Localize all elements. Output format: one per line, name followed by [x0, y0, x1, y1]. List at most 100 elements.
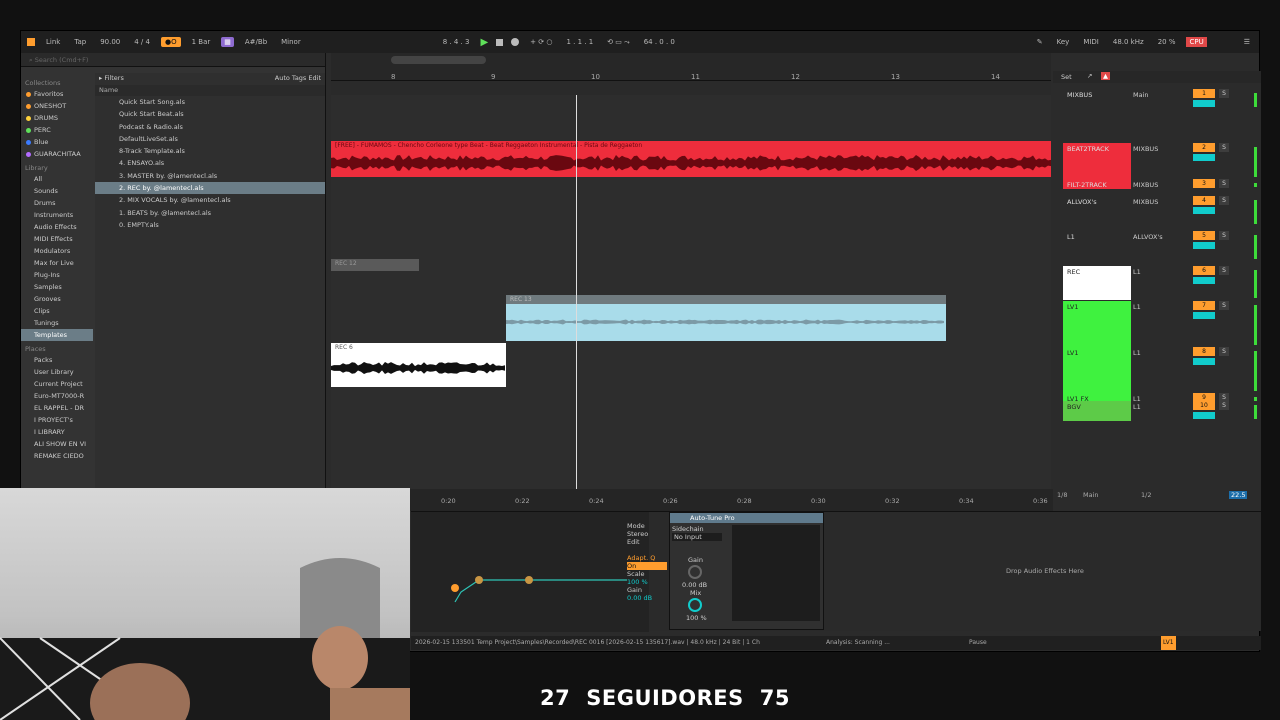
eq-adapt-toggle[interactable]: On: [627, 562, 667, 570]
loop-icon[interactable]: ⟲ ▭ ⤳: [604, 37, 633, 48]
places-item[interactable]: I LIBRARY: [21, 426, 93, 438]
library-item[interactable]: Instruments: [21, 209, 93, 221]
main-route[interactable]: 1/2: [1141, 491, 1151, 499]
stop-icon[interactable]: [496, 38, 504, 46]
track-activator[interactable]: 8: [1193, 347, 1215, 356]
track-activator[interactable]: 1: [1193, 89, 1215, 98]
track-activator[interactable]: 7: [1193, 301, 1215, 310]
record-icon[interactable]: [511, 38, 520, 46]
file-item[interactable]: 3. MASTER by. @lamentecl.als: [95, 170, 325, 182]
file-item[interactable]: 1. BEATS by. @lamentecl.als: [95, 207, 325, 219]
key-map-button[interactable]: Key: [1054, 37, 1073, 47]
library-item[interactable]: Max for Live: [21, 257, 93, 269]
loop-length[interactable]: 64 . 0 . 0: [641, 37, 678, 47]
mixer-track[interactable]: BEAT2TRACK MIXBUS 2 S: [1053, 143, 1261, 179]
mixer-track[interactable]: MIXBUS Main 1 S: [1053, 89, 1261, 109]
track-activator[interactable]: 4: [1193, 196, 1215, 205]
tap-button[interactable]: Tap: [71, 37, 89, 47]
library-item[interactable]: Tunings: [21, 317, 93, 329]
menu-icon[interactable]: ☰: [1241, 37, 1253, 47]
mixer-track[interactable]: FILT-2TRACK MIXBUS 3 S: [1053, 179, 1261, 189]
volume-field[interactable]: [1193, 358, 1215, 365]
clip-beat[interactable]: [FREE] - FUMAMOS - Chencho Corleone type…: [331, 141, 1051, 177]
track-routing[interactable]: MIXBUS: [1133, 181, 1175, 189]
pause-button[interactable]: Pause: [969, 636, 987, 650]
link-button[interactable]: Link: [43, 37, 63, 47]
library-item[interactable]: Sounds: [21, 185, 93, 197]
solo-button[interactable]: S: [1219, 196, 1229, 205]
track-routing[interactable]: L1: [1133, 268, 1175, 276]
track-activator[interactable]: 2: [1193, 143, 1215, 152]
file-item[interactable]: Podcast & Radio.als: [95, 121, 325, 133]
track-name[interactable]: L1: [1063, 231, 1131, 261]
volume-field[interactable]: [1193, 100, 1215, 107]
browser-search[interactable]: ⌕ Search (Cmd+F): [21, 53, 325, 67]
file-item[interactable]: DefaultLiveSet.als: [95, 133, 325, 145]
file-item[interactable]: Quick Start Beat.als: [95, 108, 325, 120]
pencil-icon[interactable]: ✎: [1034, 37, 1046, 47]
beat-ruler[interactable]: 8 9 10 11 12 13 14: [331, 53, 1051, 81]
collection-item[interactable]: PERC: [21, 124, 93, 136]
volume-field[interactable]: [1193, 154, 1215, 161]
volume-field[interactable]: [1193, 207, 1215, 214]
name-column-header[interactable]: Name: [95, 85, 325, 96]
time-signature[interactable]: 4 / 4: [131, 37, 153, 47]
solo-button[interactable]: S: [1219, 401, 1229, 410]
autotune-title[interactable]: Auto-Tune Pro: [670, 513, 823, 523]
clip-rec-13[interactable]: REC 13: [506, 295, 946, 341]
track-activator[interactable]: 3: [1193, 179, 1215, 188]
collection-item[interactable]: GUARACHITAA: [21, 148, 93, 160]
track-name[interactable]: MIXBUS: [1063, 89, 1131, 109]
clip-rec-6[interactable]: REC 6: [331, 343, 506, 387]
places-item[interactable]: REMAKE CIEDO: [21, 450, 93, 462]
song-position[interactable]: 8 . 4 . 3: [440, 37, 473, 47]
gain-knob[interactable]: [688, 565, 702, 579]
solo-button[interactable]: S: [1219, 347, 1229, 356]
file-item[interactable]: 2. REC by. @lamentecl.als: [95, 182, 325, 195]
places-item[interactable]: Current Project: [21, 378, 93, 390]
edit-button[interactable]: Edit: [308, 74, 321, 82]
track-activator[interactable]: 5: [1193, 231, 1215, 240]
track-routing[interactable]: L1: [1133, 303, 1175, 311]
volume-field[interactable]: [1193, 412, 1215, 419]
eq-edit-label[interactable]: Edit: [627, 538, 667, 546]
library-item[interactable]: Templates: [21, 329, 93, 341]
file-item[interactable]: 8-Track Template.als: [95, 145, 325, 157]
track-activator[interactable]: 6: [1193, 266, 1215, 275]
volume-field[interactable]: [1193, 312, 1215, 319]
places-item[interactable]: Packs: [21, 354, 93, 366]
mixer-track[interactable]: L1 ALLVOX's 5 S: [1053, 231, 1261, 261]
drop-effects-area[interactable]: Drop Audio Effects Here: [1006, 567, 1084, 575]
sidechain-input[interactable]: No Input: [672, 533, 722, 541]
volume-field[interactable]: [1193, 277, 1215, 284]
file-item[interactable]: 4. ENSAYO.als: [95, 157, 325, 169]
places-item[interactable]: ALI SHOW EN VI: [21, 438, 93, 450]
playhead[interactable]: [576, 95, 577, 493]
mixer-track[interactable]: BGV L1 10 S: [1053, 401, 1261, 421]
mixer-track[interactable]: LV1 FX L1 9 S: [1053, 393, 1261, 403]
filters-button[interactable]: ▸ Filters: [99, 74, 124, 84]
solo-button[interactable]: S: [1219, 89, 1229, 98]
track-activator[interactable]: 10: [1193, 401, 1215, 410]
library-item[interactable]: Clips: [21, 305, 93, 317]
eq-curve[interactable]: [411, 522, 627, 612]
track-routing[interactable]: L1: [1133, 403, 1175, 411]
library-item[interactable]: Modulators: [21, 245, 93, 257]
clip-rec-12[interactable]: REC 12: [331, 259, 419, 271]
gain-value[interactable]: 0.00 dB: [682, 581, 707, 589]
metronome-button[interactable]: ●O: [160, 37, 181, 47]
eq-scale-field[interactable]: 100 %: [627, 578, 667, 586]
library-item[interactable]: All: [21, 173, 93, 185]
record-arm-icon[interactable]: ▲: [1101, 72, 1110, 80]
track-name[interactable]: BGV: [1063, 401, 1131, 421]
solo-button[interactable]: S: [1219, 301, 1229, 310]
track-name[interactable]: LV1: [1063, 347, 1131, 393]
collection-item[interactable]: Favoritos: [21, 88, 93, 100]
mixer-track[interactable]: REC L1 6 S: [1053, 266, 1261, 300]
solo-button[interactable]: S: [1219, 179, 1229, 188]
track-name[interactable]: REC: [1063, 266, 1131, 300]
file-item[interactable]: 2. MIX VOCALS by. @lamentecl.als: [95, 194, 325, 206]
mixer-track[interactable]: LV1 L1 8 S: [1053, 347, 1261, 393]
solo-button[interactable]: S: [1219, 143, 1229, 152]
tempo-field[interactable]: 90.00: [97, 37, 123, 47]
